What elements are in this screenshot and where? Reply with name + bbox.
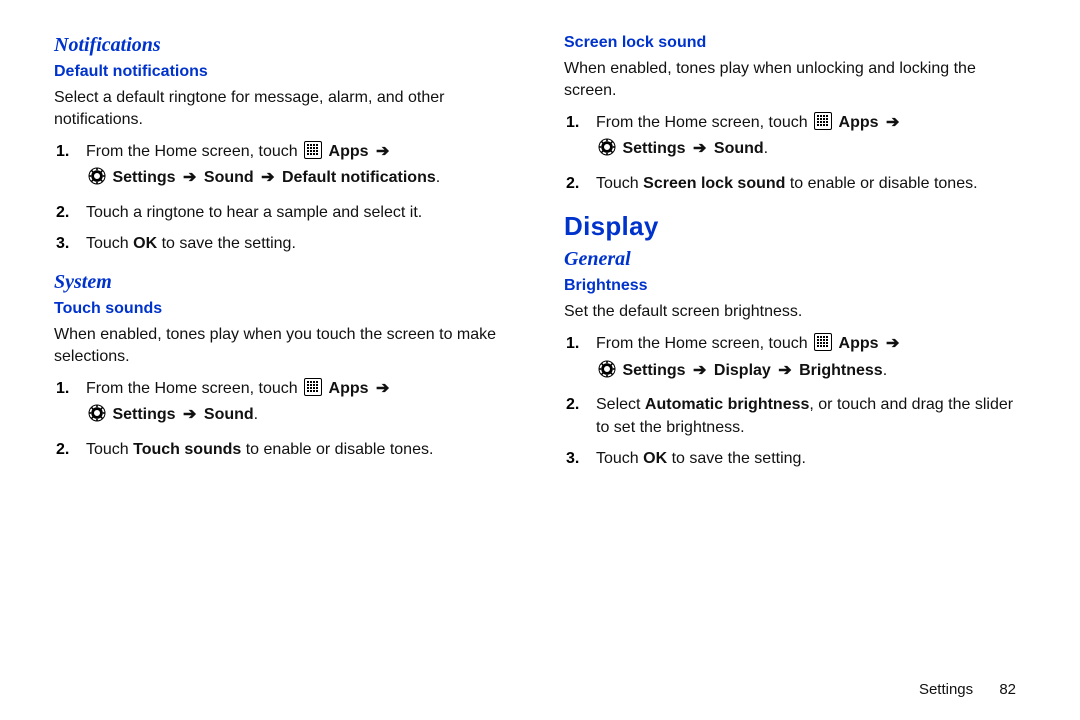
arrow-icon: ➔ <box>183 169 196 186</box>
apps-grid-icon <box>814 112 832 137</box>
step-text: From the Home screen, touch <box>596 114 812 131</box>
step: Touch OK to save the setting. <box>590 445 1026 476</box>
heading-display: Display <box>564 211 1026 242</box>
settings-label: Settings <box>622 140 685 157</box>
screen-lock-sound-label: Screen lock sound <box>643 175 785 192</box>
step-text: Touch <box>596 175 643 192</box>
step-text: From the Home screen, touch <box>596 335 812 352</box>
period: . <box>254 406 258 423</box>
step-text: to save the setting. <box>157 235 296 252</box>
sound-label: Sound <box>714 140 764 157</box>
apps-grid-icon <box>814 333 832 358</box>
default-notifications-intro: Select a default ringtone for message, a… <box>54 87 516 130</box>
heading-general: General <box>564 248 1026 271</box>
step: Touch Screen lock sound to enable or dis… <box>590 170 1026 201</box>
arrow-icon: ➔ <box>183 406 196 423</box>
apps-label: Apps <box>839 335 879 352</box>
heading-system: System <box>54 271 516 294</box>
apps-grid-icon <box>304 141 322 166</box>
step-text: From the Home screen, touch <box>86 380 302 397</box>
settings-gear-icon <box>598 360 616 385</box>
left-column: Notifications Default notifications Sele… <box>54 28 516 486</box>
arrow-icon: ➔ <box>886 335 899 352</box>
step: From the Home screen, touch Apps ➔ Setti… <box>80 375 516 435</box>
settings-gear-icon <box>598 138 616 163</box>
step-text: to save the setting. <box>667 450 806 467</box>
footer-section: Settings <box>919 681 973 698</box>
arrow-icon: ➔ <box>886 114 899 131</box>
brightness-intro: Set the default screen brightness. <box>564 301 1026 323</box>
step: From the Home screen, touch Apps <box>80 138 516 198</box>
arrow-icon: ➔ <box>261 169 274 186</box>
step: Touch Touch sounds to enable or disable … <box>80 436 516 467</box>
manual-page: Notifications Default notifications Sele… <box>0 0 1080 720</box>
step: From the Home screen, touch Apps ➔ Setti… <box>590 330 1026 390</box>
sound-label: Sound <box>204 406 254 423</box>
step: Select Automatic brightness, or touch an… <box>590 391 1026 445</box>
step-text: Select <box>596 396 645 413</box>
settings-label: Settings <box>112 406 175 423</box>
default-notif-label: Default notifications <box>282 169 436 186</box>
step-text: Touch <box>86 441 133 458</box>
period: . <box>436 169 440 186</box>
arrow-icon: ➔ <box>693 362 706 379</box>
brightness-steps: From the Home screen, touch Apps ➔ Setti… <box>564 330 1026 476</box>
ok-label: OK <box>643 450 667 467</box>
arrow-icon: ➔ <box>778 362 791 379</box>
heading-default-notifications: Default notifications <box>54 63 516 81</box>
heading-brightness: Brightness <box>564 277 1026 295</box>
period: . <box>764 140 768 157</box>
apps-label: Apps <box>329 380 369 397</box>
step-text: to enable or disable tones. <box>241 441 433 458</box>
period: . <box>883 362 887 379</box>
heading-screen-lock-sound: Screen lock sound <box>564 34 1026 52</box>
auto-brightness-label: Automatic brightness <box>645 396 809 413</box>
settings-label: Settings <box>622 362 685 379</box>
touch-sounds-intro: When enabled, tones play when you touch … <box>54 324 516 367</box>
sound-label: Sound <box>204 169 254 186</box>
default-notifications-steps: From the Home screen, touch Apps <box>54 138 516 261</box>
two-column-layout: Notifications Default notifications Sele… <box>54 28 1026 486</box>
apps-grid-icon <box>304 378 322 403</box>
ok-label: OK <box>133 235 157 252</box>
heading-notifications: Notifications <box>54 34 516 57</box>
step-text: From the Home screen, touch <box>86 143 302 160</box>
touch-sounds-steps: From the Home screen, touch Apps ➔ Setti… <box>54 375 516 467</box>
brightness-label: Brightness <box>799 362 883 379</box>
arrow-icon: ➔ <box>376 380 389 397</box>
step-text: Touch a ringtone to hear a sample and se… <box>86 204 422 221</box>
touch-sounds-label: Touch sounds <box>133 441 241 458</box>
heading-touch-sounds: Touch sounds <box>54 300 516 318</box>
step-text: Touch <box>596 450 643 467</box>
right-column: Screen lock sound When enabled, tones pl… <box>564 28 1026 486</box>
display-label: Display <box>714 362 771 379</box>
apps-label: Apps <box>839 114 879 131</box>
footer-page-number: 82 <box>999 681 1016 698</box>
step: Touch OK to save the setting. <box>80 230 516 261</box>
arrow-icon: ➔ <box>693 140 706 157</box>
step: Touch a ringtone to hear a sample and se… <box>80 199 516 230</box>
apps-label: Apps <box>329 143 369 160</box>
settings-gear-icon <box>88 167 106 192</box>
settings-gear-icon <box>88 404 106 429</box>
screen-lock-intro: When enabled, tones play when unlocking … <box>564 58 1026 101</box>
step-text: to enable or disable tones. <box>785 175 977 192</box>
settings-label: Settings <box>112 169 175 186</box>
arrow-icon: ➔ <box>376 143 389 160</box>
page-footer: Settings 82 <box>919 681 1016 698</box>
step-text: Touch <box>86 235 133 252</box>
screen-lock-steps: From the Home screen, touch Apps ➔ Setti… <box>564 109 1026 201</box>
step: From the Home screen, touch Apps ➔ Setti… <box>590 109 1026 169</box>
